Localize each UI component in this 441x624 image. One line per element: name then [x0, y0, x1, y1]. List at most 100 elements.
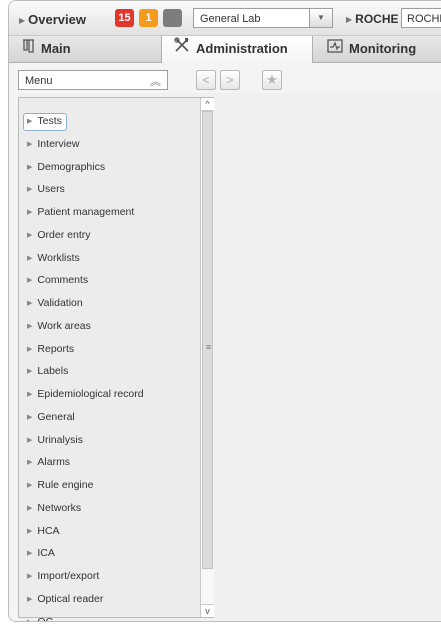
- triangle-right-icon: ▶: [346, 15, 353, 24]
- roche-link[interactable]: ▶ ROCHE: [346, 12, 399, 26]
- triangle-right-icon: ▶: [27, 618, 33, 622]
- menu-item-wrap: ▶ Tests: [23, 113, 67, 131]
- triangle-right-icon: ▶: [27, 595, 33, 603]
- double-chevron-up-icon[interactable]: ︽: [150, 73, 161, 89]
- menu-select[interactable]: Menu ︽: [18, 70, 168, 90]
- menu-item-wrap: ▶ Labels: [27, 365, 68, 377]
- menu-panel: ▶ Tests ▶ Interview ▶ Demographics ▶ Users ▶ Pati…: [18, 97, 214, 621]
- tab-main[interactable]: Main: [21, 36, 159, 62]
- grip-icon: ≡: [206, 342, 212, 352]
- top-bar: ▶ Overview 15 1 General Lab ▼ ▶ ROCHE ROCH…: [9, 1, 441, 36]
- menu-item-wrap: ▶ Demographics: [27, 161, 105, 173]
- triangle-right-icon: ▶: [27, 322, 33, 330]
- roche-label: ROCHE: [355, 12, 399, 26]
- menu-item-wrap: ▶ Urinalysis: [27, 434, 83, 446]
- menu-item-label: Networks: [37, 501, 82, 514]
- menu-item-validation[interactable]: ▶ Validation: [19, 292, 200, 315]
- left-edge: [9, 93, 18, 621]
- menu-item-alarms[interactable]: ▶ Alarms: [19, 451, 200, 474]
- back-button[interactable]: <: [196, 70, 216, 90]
- menu-item-reports[interactable]: ▶ Reports: [19, 338, 200, 361]
- alert-count-gray-badge[interactable]: [163, 9, 182, 27]
- menu-item-urinalysis[interactable]: ▶ Urinalysis: [19, 429, 200, 452]
- menu-item-label: Optical reader: [37, 592, 104, 605]
- menu-item-wrap: ▶ Order entry: [27, 229, 91, 241]
- star-icon: ★: [266, 72, 278, 87]
- scrollbar[interactable]: ^ ≡ v: [200, 98, 214, 617]
- menu-item-wrap: ▶ QC: [27, 616, 53, 622]
- alert-count-red-badge[interactable]: 15: [115, 9, 134, 27]
- menu-item-order-entry[interactable]: ▶ Order entry: [19, 224, 200, 247]
- menu-item-wrap: ▶ Optical reader: [27, 593, 103, 605]
- menu-item-label: Import/export: [37, 570, 100, 582]
- triangle-right-icon: ▶: [27, 231, 33, 239]
- tab-administration-label: Administration: [196, 41, 288, 56]
- menu-item-wrap: ▶ HCA: [27, 525, 60, 537]
- favorite-button[interactable]: ★: [262, 70, 282, 90]
- triangle-right-icon: ▶: [27, 186, 33, 194]
- menu-item-interview[interactable]: ▶ Interview: [19, 133, 200, 156]
- roche-field[interactable]: ROCHE: [401, 8, 441, 28]
- triangle-right-icon: ▶: [27, 300, 33, 307]
- tab-monitoring[interactable]: Monitoring: [327, 36, 441, 62]
- menu-item-label: Urinalysis: [37, 433, 83, 446]
- menu-item-work-areas[interactable]: ▶ Work areas: [19, 315, 200, 338]
- triangle-right-icon: ▶: [27, 163, 33, 171]
- menu-item-worklists[interactable]: ▶ Worklists: [19, 247, 200, 270]
- menu-item-rule-engine[interactable]: ▶ Rule engine: [19, 474, 200, 497]
- triangle-right-icon: ▶: [27, 277, 33, 285]
- menu-item-label: Worklists: [37, 251, 80, 264]
- menu-item-wrap: ▶ Epidemiological record: [27, 388, 144, 400]
- tools-icon: [174, 36, 190, 62]
- overview-link[interactable]: ▶ Overview: [19, 12, 86, 27]
- menu-item-label: ICA: [37, 547, 55, 560]
- menu-item-qc[interactable]: ▶ QC: [19, 611, 200, 622]
- scrollbar-thumb[interactable]: ≡: [202, 111, 213, 569]
- menu-item-optical-reader[interactable]: ▶ Optical reader: [19, 588, 200, 611]
- menu-item-wrap: ▶ Reports: [27, 343, 74, 355]
- overview-label: Overview: [28, 12, 86, 27]
- menu-select-value: Menu: [25, 75, 53, 87]
- menu-item-wrap: ▶ Networks: [27, 502, 81, 514]
- triangle-right-icon: ▶: [27, 413, 33, 421]
- menu-item-wrap: ▶ Worklists: [27, 252, 80, 264]
- menu-item-ica[interactable]: ▶ ICA: [19, 542, 200, 565]
- menu-item-wrap: ▶ Interview: [27, 138, 79, 150]
- menu-item-users[interactable]: ▶ Users: [19, 178, 200, 201]
- menu-item-wrap: ▶ Comments: [27, 274, 88, 286]
- menu-item-label: Rule engine: [37, 479, 94, 491]
- forward-button[interactable]: >: [220, 70, 240, 90]
- menu-item-label: Patient management: [37, 206, 135, 218]
- triangle-right-icon: ▶: [27, 436, 33, 444]
- menu-item-label: Labels: [37, 365, 69, 378]
- menu-item-label: Validation: [37, 297, 83, 309]
- flask-icon: [21, 36, 35, 62]
- menu-item-wrap: ▶ Alarms: [27, 456, 70, 468]
- roche-field-value: ROCHE: [407, 13, 441, 25]
- menu-item-wrap: ▶ Rule engine: [27, 479, 93, 491]
- menu-item-wrap: ▶ Patient management: [27, 206, 134, 218]
- menu-item-labels[interactable]: ▶ Labels: [19, 360, 200, 383]
- tab-administration[interactable]: Administration: [161, 36, 313, 63]
- menu-item-patient-management[interactable]: ▶ Patient management: [19, 201, 200, 224]
- menu-item-epidemiological-record[interactable]: ▶ Epidemiological record: [19, 383, 200, 406]
- work-area: [214, 93, 441, 621]
- menu-item-general[interactable]: ▶ General: [19, 406, 200, 429]
- monitor-icon: [327, 36, 343, 62]
- menu-item-comments[interactable]: ▶ Comments: [19, 269, 200, 292]
- triangle-right-icon: ▶: [27, 140, 33, 148]
- menu-item-wrap: ▶ General: [27, 411, 75, 423]
- alert-count-orange-badge[interactable]: 1: [139, 9, 158, 27]
- tab-monitoring-label: Monitoring: [349, 41, 417, 56]
- lab-select-value: General Lab: [200, 13, 261, 25]
- menu-item-tests[interactable]: ▶ Tests: [19, 110, 200, 133]
- scroll-down-icon[interactable]: v: [201, 604, 214, 617]
- menu-item-networks[interactable]: ▶ Networks: [19, 497, 200, 520]
- menu-item-import-export[interactable]: ▶ Import/export: [19, 565, 200, 588]
- triangle-right-icon: ▶: [19, 16, 26, 25]
- menu-item-demographics[interactable]: ▶ Demographics: [19, 156, 200, 179]
- lab-select[interactable]: General Lab ▼: [193, 8, 333, 28]
- menu-item-hca[interactable]: ▶ HCA: [19, 520, 200, 543]
- scroll-up-icon[interactable]: ^: [201, 98, 214, 111]
- dropdown-arrow-icon[interactable]: ▼: [309, 9, 332, 27]
